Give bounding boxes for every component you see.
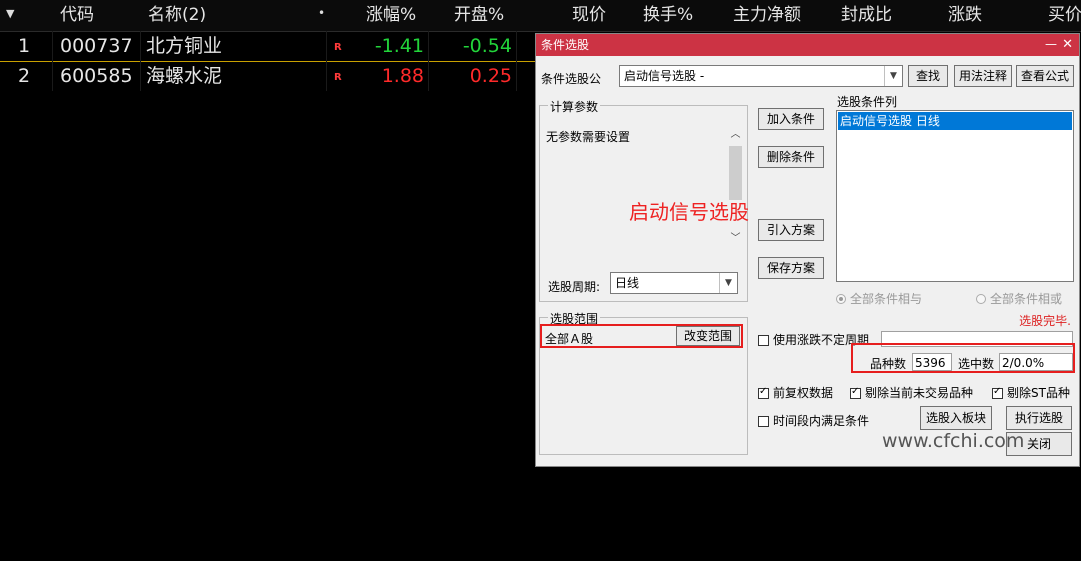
chevron-down-icon[interactable]: ▼ [719,273,737,293]
header-bid[interactable]: 买价 [1048,0,1081,31]
checkbox-box[interactable] [992,386,1003,399]
time-period-checkbox[interactable]: 时间段内满足条件 [758,412,869,429]
dialog-titlebar[interactable]: 条件选股 — ✕ [536,34,1079,56]
row-index: 2 [17,65,31,87]
column-divider [326,31,327,91]
period-select-value: 日线 [615,276,640,290]
period-select[interactable]: 日线 ▼ [610,272,738,294]
radio-or[interactable]: 全部条件相或 [976,290,1062,307]
header-code[interactable]: 代码 [60,0,94,31]
header-seal-ratio[interactable]: 封成比 [841,0,892,31]
radio-or-dot[interactable] [976,294,986,304]
open-value: -0.54 [462,35,512,57]
status-text: 选股完毕. [1019,314,1071,328]
execute-button[interactable]: 执行选股 [1006,406,1072,430]
header-turnover[interactable]: 换手% [643,0,693,31]
checkbox-box[interactable] [850,386,861,399]
column-divider [516,31,517,91]
column-divider [52,31,53,91]
conditions-list[interactable]: 启动信号选股 日线 [836,110,1074,282]
formula-select[interactable]: 启动信号选股 - ▼ [619,65,903,87]
chevron-down-icon[interactable]: ▼ [884,66,902,86]
column-dot-icon: • [318,6,326,20]
checkbox-box[interactable] [758,386,769,399]
params-text: 无参数需要设置 [546,130,631,144]
conditions-title: 选股条件列 [837,95,898,109]
header-name[interactable]: 名称(2) [148,0,206,31]
column-divider [140,31,141,91]
watermark: www.cfchi.com [882,430,1025,452]
header-up-down[interactable]: 涨跌 [948,0,982,31]
formula-select-value: 启动信号选股 - [624,69,705,83]
list-item[interactable]: 启动信号选股 日线 [838,112,1072,130]
chevron-up-icon[interactable]: ︿ [728,128,743,142]
find-button[interactable]: 查找 [908,65,948,87]
stock-code: 600585 [60,65,133,87]
stock-name: 北方铜业 [146,35,223,57]
period-label: 选股周期: [548,280,601,294]
financing-badge: R [334,42,342,53]
import-plan-button[interactable]: 引入方案 [758,219,824,241]
to-block-button[interactable]: 选股入板块 [920,406,992,430]
column-divider [428,31,429,91]
minimize-icon[interactable]: — [1045,34,1057,54]
radio-and[interactable]: 全部条件相与 [836,290,922,307]
count-highlight-box [851,343,1075,373]
header-main-net[interactable]: 主力净额 [733,0,801,31]
view-formula-button[interactable]: 查看公式 [1016,65,1074,87]
stock-code: 000737 [60,35,133,57]
remove-untraded-checkbox[interactable]: 剔除当前未交易品种 [850,384,973,401]
remove-st-checkbox[interactable]: 剔除ST品种 [992,384,1070,401]
radio-or-label: 全部条件相或 [990,292,1063,306]
delete-condition-button[interactable]: 删除条件 [758,146,824,168]
remove-st-label: 剔除ST品种 [1007,386,1070,400]
table-row[interactable]: 2 600585 海螺水泥 R 1.88 0.25 [0,61,540,91]
header-change-pct[interactable]: 涨幅% [366,0,416,31]
remove-untraded-label: 剔除当前未交易品种 [865,386,974,400]
usage-notes-button[interactable]: 用法注释 [954,65,1012,87]
params-scrollbar[interactable]: ︿ ﹀ [728,128,743,246]
dialog-title: 条件选股 [541,38,590,52]
row-index: 1 [17,35,31,57]
time-period-label: 时间段内满足条件 [773,414,870,428]
radio-and-dot[interactable] [836,294,846,304]
save-plan-button[interactable]: 保存方案 [758,257,824,279]
header-price[interactable]: 现价 [572,0,606,31]
adjust-data-label: 前复权数据 [773,386,834,400]
params-group-title: 计算参数 [548,98,601,115]
grid-header: ▼ 代码 名称(2) • 涨幅% 开盘% 现价 换手% 主力净额 封成比 涨跌 … [0,0,1081,32]
condition-stock-picker-dialog: 条件选股 — ✕ 条件选股公 启动信号选股 - ▼ 查找 用法注释 查看公式 计… [535,33,1080,467]
change-pct-value: 1.88 [381,65,424,87]
table-row[interactable]: 1 000737 北方铜业 R -1.41 -0.54 [0,31,540,62]
financing-badge: R [334,72,342,83]
chevron-down-icon[interactable]: ﹀ [728,232,743,246]
formula-label: 条件选股公 [541,72,602,86]
radio-and-label: 全部条件相与 [850,292,923,306]
scroll-thumb[interactable] [729,146,742,200]
checkbox-box[interactable] [758,416,769,427]
range-highlight-box [540,324,743,348]
overlay-formula-label: 启动信号选股 [629,200,749,224]
close-icon[interactable]: ✕ [1062,34,1073,56]
add-condition-button[interactable]: 加入条件 [758,108,824,130]
open-value: 0.25 [469,65,512,87]
header-open[interactable]: 开盘% [454,0,504,31]
adjust-data-checkbox[interactable]: 前复权数据 [758,384,833,401]
checkbox-box[interactable] [758,335,769,346]
change-pct-value: -1.41 [374,35,424,57]
sort-triangle-icon[interactable]: ▼ [6,0,14,28]
stock-name: 海螺水泥 [146,65,223,87]
